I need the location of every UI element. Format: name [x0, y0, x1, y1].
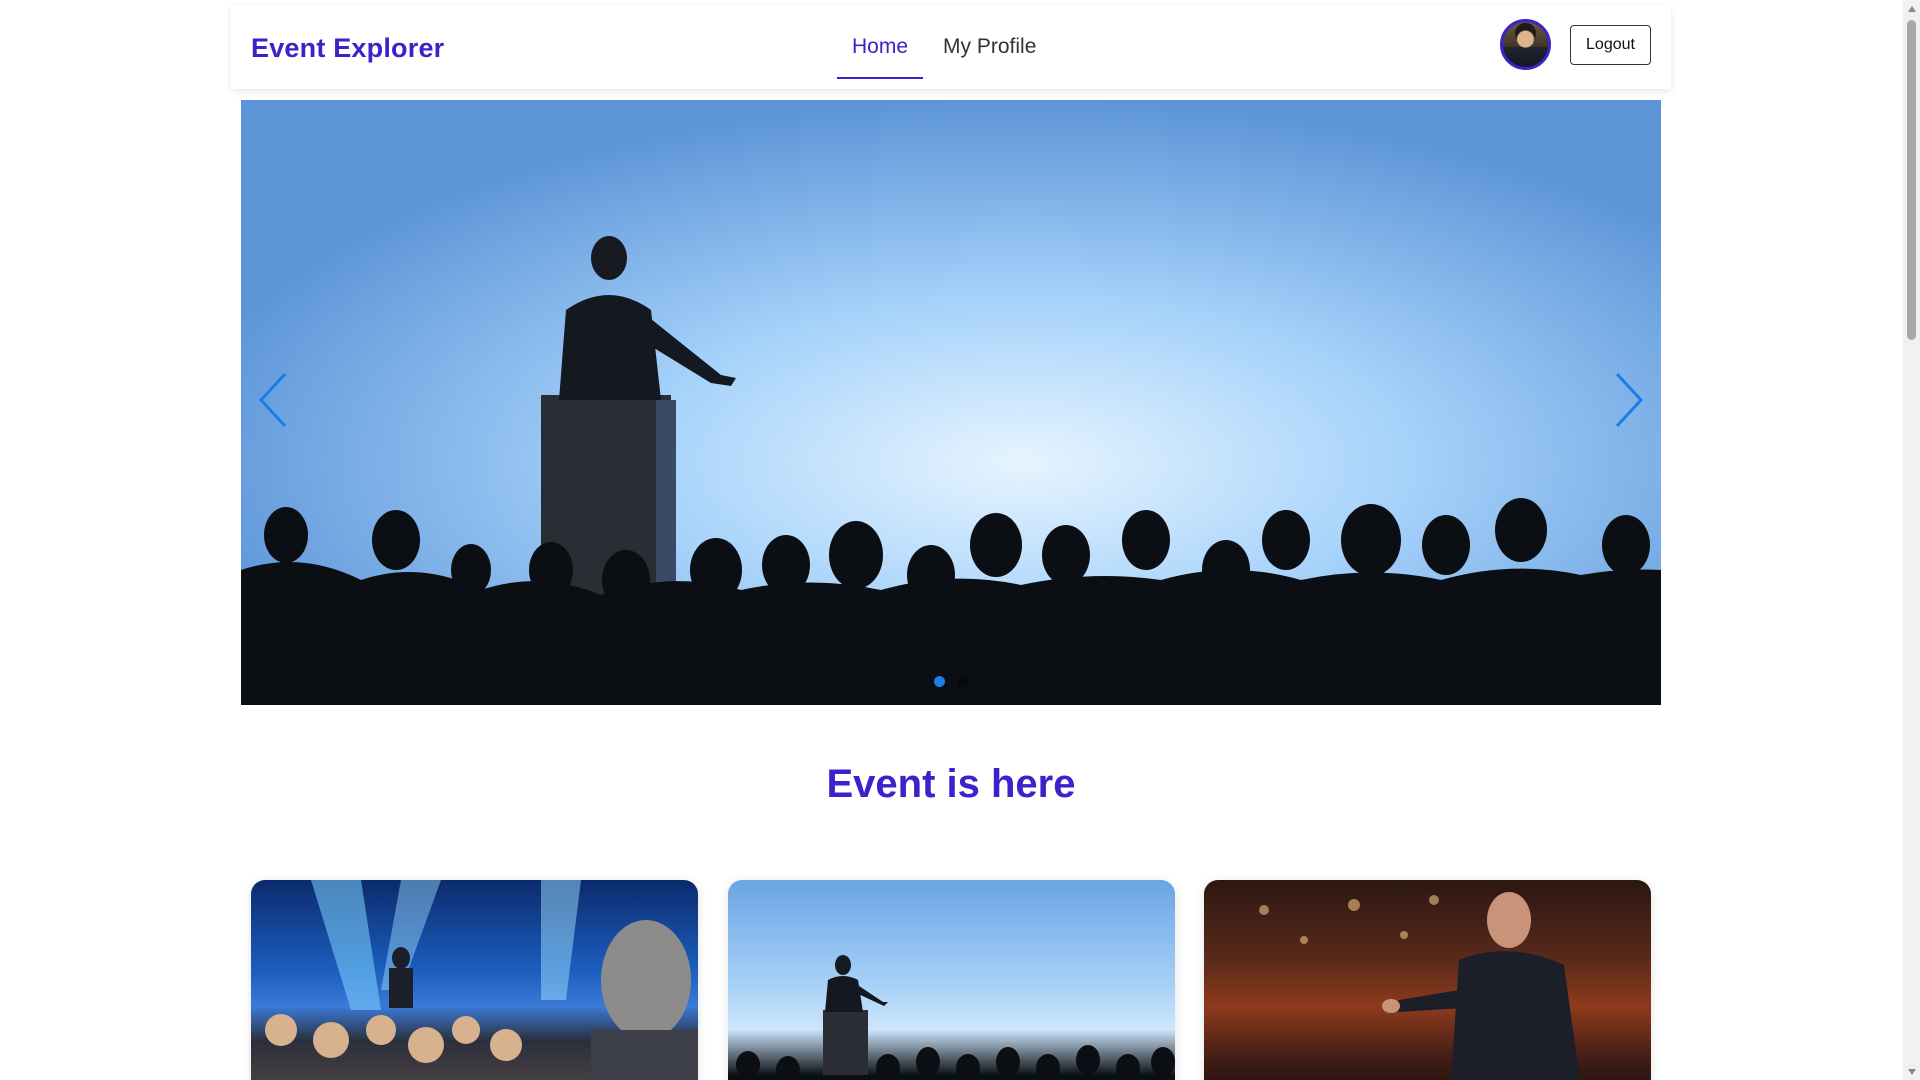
- event-card[interactable]: [728, 880, 1175, 1080]
- scroll-down-button[interactable]: [1903, 1063, 1920, 1080]
- hero-carousel: [241, 100, 1661, 705]
- nav-link-home[interactable]: Home: [837, 5, 924, 89]
- nav-link-my-profile[interactable]: My Profile: [928, 5, 1051, 89]
- event-card-image: [1259, 892, 1580, 1080]
- carousel-indicator-2[interactable]: [957, 676, 968, 687]
- event-card-image: [265, 880, 698, 1080]
- navbar: Event Explorer Home My Profile Logout: [231, 5, 1671, 89]
- carousel-slide-image: [241, 100, 1661, 705]
- event-card[interactable]: [1204, 880, 1651, 1080]
- carousel-prev-button[interactable]: [247, 365, 297, 435]
- chevron-right-icon: [1615, 372, 1644, 428]
- scroll-up-button[interactable]: [1903, 0, 1920, 17]
- nav-links: Home My Profile: [837, 5, 1056, 89]
- page: Event Explorer Home My Profile Logout Ev…: [0, 0, 1920, 1080]
- brand-logo[interactable]: Event Explorer: [251, 33, 444, 64]
- event-card-image: [728, 955, 1175, 1080]
- carousel-indicator-1[interactable]: [934, 676, 945, 687]
- chevron-left-icon: [258, 372, 287, 428]
- logout-button[interactable]: Logout: [1570, 25, 1651, 65]
- event-cards: [251, 880, 1651, 1080]
- triangle-down-icon: [1907, 1068, 1916, 1075]
- user-avatar-icon[interactable]: [1500, 19, 1551, 70]
- carousel-indicators: [241, 676, 1661, 687]
- carousel-next-button[interactable]: [1605, 365, 1655, 435]
- page-scrollbar[interactable]: [1903, 0, 1920, 1080]
- scrollbar-thumb[interactable]: [1907, 20, 1916, 340]
- triangle-up-icon: [1907, 5, 1916, 12]
- section-title: Event is here: [826, 762, 1076, 806]
- event-card[interactable]: [251, 880, 698, 1080]
